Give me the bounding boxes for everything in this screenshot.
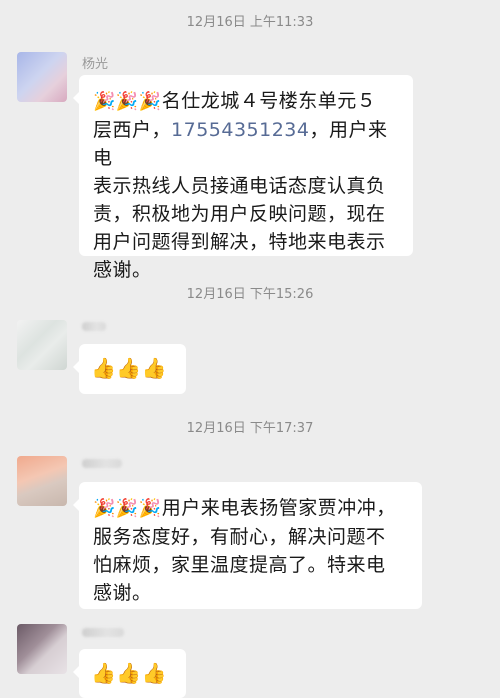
sender-name-redacted [82, 628, 124, 637]
sender-name-redacted [82, 322, 106, 331]
message-line: 感谢。 [93, 582, 152, 604]
message-line: 怕麻烦，家里温度提高了。特来电 [93, 554, 386, 576]
avatar[interactable] [17, 320, 67, 370]
thumbs-up-icon: 👍👍👍 [91, 356, 168, 380]
message-line: 🎉🎉🎉用户来电表扬管家贾冲冲， [93, 497, 396, 519]
timestamp: 12月16日 下午17:37 [186, 421, 314, 436]
message-bubble[interactable]: 👍👍👍 [73, 344, 186, 394]
message-line: 责，积极地为用户反映问题，现在 [93, 203, 386, 225]
message-bubble[interactable]: 🎉🎉🎉名仕龙城４号楼东单元５ 层西户，17554351234，用户来电 表示热线… [73, 75, 413, 281]
message-bubble[interactable]: 👍👍👍 [73, 649, 186, 698]
message-line: 服务态度好，有耐心，解决问题不 [93, 526, 386, 548]
message-bubble[interactable]: 🎉🎉🎉用户来电表扬管家贾冲冲， 服务态度好，有耐心，解决问题不 怕麻烦，家里温度… [73, 482, 422, 609]
party-popper-icon: 🎉🎉🎉 [93, 91, 162, 112]
avatar[interactable] [17, 456, 67, 506]
timestamp: 12月16日 下午15:26 [186, 287, 314, 302]
party-popper-icon: 🎉🎉🎉 [93, 498, 162, 519]
message-line: 层西户，17554351234，用户来电 [93, 119, 388, 169]
thumbs-up-icon: 👍👍👍 [91, 661, 168, 685]
message-line: 用户问题得到解决，特地来电表示 [93, 231, 386, 253]
sender-name-redacted [82, 459, 122, 468]
sender-name: 杨光 [82, 57, 109, 72]
avatar[interactable] [17, 52, 67, 102]
message-line: 感谢。 [93, 259, 152, 281]
message-line: 表示热线人员接通电话态度认真负 [93, 175, 386, 197]
avatar[interactable] [17, 624, 67, 674]
timestamp: 12月16日 上午11:33 [186, 15, 314, 30]
phone-number-link[interactable]: 17554351234 [171, 119, 309, 141]
message-line: 🎉🎉🎉名仕龙城４号楼东单元５ [93, 90, 377, 112]
